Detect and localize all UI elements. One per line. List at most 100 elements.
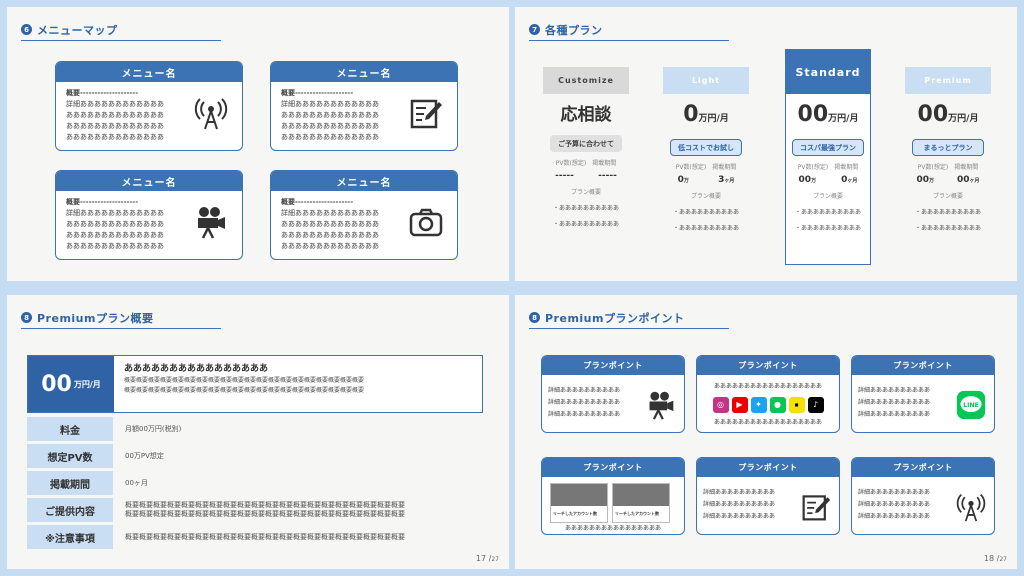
detail-line: ああああああああああああああ: [66, 242, 164, 250]
row-key: ご提供内容: [27, 498, 113, 522]
plan-point: ・ああああああああああ: [552, 221, 619, 228]
plan-summary-label: プラン概要: [690, 193, 721, 200]
price-value: 00: [797, 102, 829, 127]
title-text: Premiumプラン概要: [37, 311, 154, 325]
antenna-icon: [956, 494, 986, 522]
plan-badge: 低コストでお試し: [670, 139, 742, 156]
plan-badge: ご予算に合わせて: [550, 135, 622, 152]
plan-point: ・ああああああああああ: [794, 209, 861, 216]
point-card-header: プランポイント: [542, 458, 684, 477]
overview-description: ああああああああああああああああ 概要概要概要概要概要概要概要概要概要概要概要概…: [114, 356, 374, 412]
section-number: 7: [529, 24, 540, 35]
menu-card-header: メニュー名: [271, 62, 457, 82]
point-card[interactable]: プランポイント ああああああああああああああああああ ◎ ▶ ✦ ● ■ ♪ あ…: [696, 355, 840, 433]
overview-row: 料金 月額00万円(税別): [27, 417, 483, 441]
plan-customize[interactable]: Customize 応相談 ご予算に合わせて PV数(想定) 掲載期間 ----…: [543, 67, 629, 228]
pv-value: 0万: [677, 175, 689, 185]
point-card-header: プランポイント: [852, 458, 994, 477]
point-card[interactable]: プランポイント 詳細ああああああああああ 詳細ああああああああああ 詳細ああああ…: [696, 457, 840, 535]
desc-line: 概要概要概要概要概要概要概要概要概要概要概要概要概要概要概要概要概要概要概要概要: [124, 387, 365, 394]
line-app-icon: LINE: [956, 390, 986, 420]
plan-summary-label: プラン概要: [812, 193, 843, 200]
period-value: -----: [598, 171, 617, 181]
desc-line: 概要概要概要概要概要概要概要概要概要概要概要概要概要概要概要概要概要概要概要概要: [124, 377, 365, 384]
plan-summary-label: プラン概要: [570, 189, 601, 196]
menu-card[interactable]: メニュー名 概要-------------------- 詳細あああああああああ…: [55, 61, 243, 151]
sns-icons: ◎ ▶ ✦ ● ■ ♪: [703, 397, 833, 413]
price-value: 0: [683, 102, 699, 127]
page-number: 18 /27: [983, 554, 1007, 563]
period-value: 0ヶ月: [841, 175, 858, 185]
detail-line: ああああああああああああああああああ: [713, 419, 822, 426]
slide-title: 8 Premiumプランポイント: [529, 307, 729, 329]
plan-meta: PV数(想定) 掲載期間: [797, 164, 859, 171]
plan-point: ・ああああああああああ: [672, 209, 739, 216]
line-icon: ●: [769, 397, 786, 413]
slide-premium-overview: 8 Premiumプラン概要 00 万円/月 ああああああああああああああああ 概…: [7, 295, 509, 569]
point-card[interactable]: プランポイント 詳細ああああああああああ 詳細ああああああああああ 詳細ああああ…: [541, 355, 685, 433]
tabelog-icon: ■: [788, 397, 805, 413]
pv-value: -----: [555, 171, 574, 181]
instagram-icon: ◎: [712, 397, 729, 413]
price-unit: 万円/月: [828, 114, 859, 124]
plan-meta: PV数(想定) 掲載期間: [917, 164, 979, 171]
price-unit: 万円/月: [73, 379, 101, 389]
row-value: 概要概要概要概要概要概要概要概要概要概要概要概要概要概要概要概要概要概要概要概要: [125, 532, 405, 541]
plan-meta: PV数(想定) 掲載期間: [675, 164, 737, 171]
point-card-header: プランポイント: [542, 356, 684, 375]
metric-title: リーチしたアカウント数: [553, 511, 597, 516]
plan-premium[interactable]: Premium 00万円/月 まるっとプラン PV数(想定) 掲載期間 00万 …: [905, 67, 991, 232]
section-number: 8: [529, 312, 540, 323]
pv-value: 00万: [916, 175, 935, 185]
price-value: 00: [917, 102, 949, 127]
plan-point: ・ああああああああああ: [914, 225, 981, 232]
section-number: 8: [21, 312, 32, 323]
overview-row: 想定PV数 00万PV想定: [27, 444, 483, 468]
detail-line: ああああああああああああああ: [281, 133, 379, 141]
overview-row: ご提供内容 概要概要概要概要概要概要概要概要概要概要概要概要概要概要概要概要概要…: [27, 498, 483, 522]
plan-values: ----- -----: [543, 171, 629, 181]
menu-card[interactable]: メニュー名 概要-------------------- 詳細あああああああああ…: [55, 170, 243, 260]
plan-values: 00万 00ヶ月: [905, 175, 991, 185]
metric-title: リーチしたアカウント数: [615, 511, 659, 516]
plan-point: ・ああああああああああ: [794, 225, 861, 232]
plan-values: 00万 0ヶ月: [786, 175, 870, 185]
point-card-header: プランポイント: [697, 458, 839, 477]
overview-row: 掲載期間 00ヶ月: [27, 471, 483, 495]
plan-point: ・ああああああああああ: [914, 209, 981, 216]
plan-price: 応相談: [560, 105, 612, 125]
price-unit: 万円/月: [948, 114, 979, 124]
metric-card: リーチしたアカウント数: [550, 483, 608, 523]
plan-meta: PV数(想定) 掲載期間: [555, 160, 617, 167]
point-card[interactable]: プランポイント 詳細ああああああああああ 詳細ああああああああああ 詳細ああああ…: [851, 355, 995, 433]
plan-price: 0万円/月: [663, 100, 749, 134]
title-text: Premiumプランポイント: [545, 311, 685, 325]
point-card[interactable]: プランポイント リーチしたアカウント数 リーチしたアカウント数 あああああああああ…: [541, 457, 685, 535]
page-number: 17 /27: [475, 554, 499, 563]
menu-card[interactable]: メニュー名 概要-------------------- 詳細あああああああああ…: [270, 61, 458, 151]
metric-card: リーチしたアカウント数: [612, 483, 670, 523]
overview-row: ※注意事項 概要概要概要概要概要概要概要概要概要概要概要概要概要概要概要概要概要…: [27, 525, 483, 549]
row-value: 00ヶ月: [125, 478, 148, 487]
edit-icon: [410, 99, 442, 129]
plan-name: Customize: [543, 67, 629, 94]
plan-light[interactable]: Light 0万円/月 低コストでお試し PV数(想定) 掲載期間 0万 3ヶ月…: [663, 67, 749, 232]
edit-icon: [802, 495, 831, 521]
tiktok-icon: ♪: [807, 397, 824, 413]
title-text: メニューマップ: [37, 23, 118, 37]
slide-title: 7 各種プラン: [529, 19, 729, 41]
overview-header: 00 万円/月 ああああああああああああああああ 概要概要概要概要概要概要概要概要…: [27, 355, 483, 413]
plan-summary-label: プラン概要: [932, 193, 963, 200]
plan-standard[interactable]: Standard 00万円/月 コスパ最強プラン PV数(想定) 掲載期間 00…: [785, 49, 871, 265]
point-card-body: ああああああああああああああああああ ◎ ▶ ✦ ● ■ ♪ あああああああああ…: [697, 375, 839, 432]
twitter-icon: ✦: [750, 397, 767, 413]
title-text: 各種プラン: [545, 23, 603, 37]
menu-card[interactable]: メニュー名 概要-------------------- 詳細あああああああああ…: [270, 170, 458, 260]
row-key: ※注意事項: [27, 525, 113, 549]
row-key: 料金: [27, 417, 113, 441]
plan-point: ・ああああああああああ: [672, 225, 739, 232]
row-key: 掲載期間: [27, 471, 113, 495]
menu-card-header: メニュー名: [271, 171, 457, 191]
plan-badge: コスパ最強プラン: [792, 139, 864, 156]
point-card[interactable]: プランポイント 詳細ああああああああああ 詳細ああああああああああ 詳細ああああ…: [851, 457, 995, 535]
